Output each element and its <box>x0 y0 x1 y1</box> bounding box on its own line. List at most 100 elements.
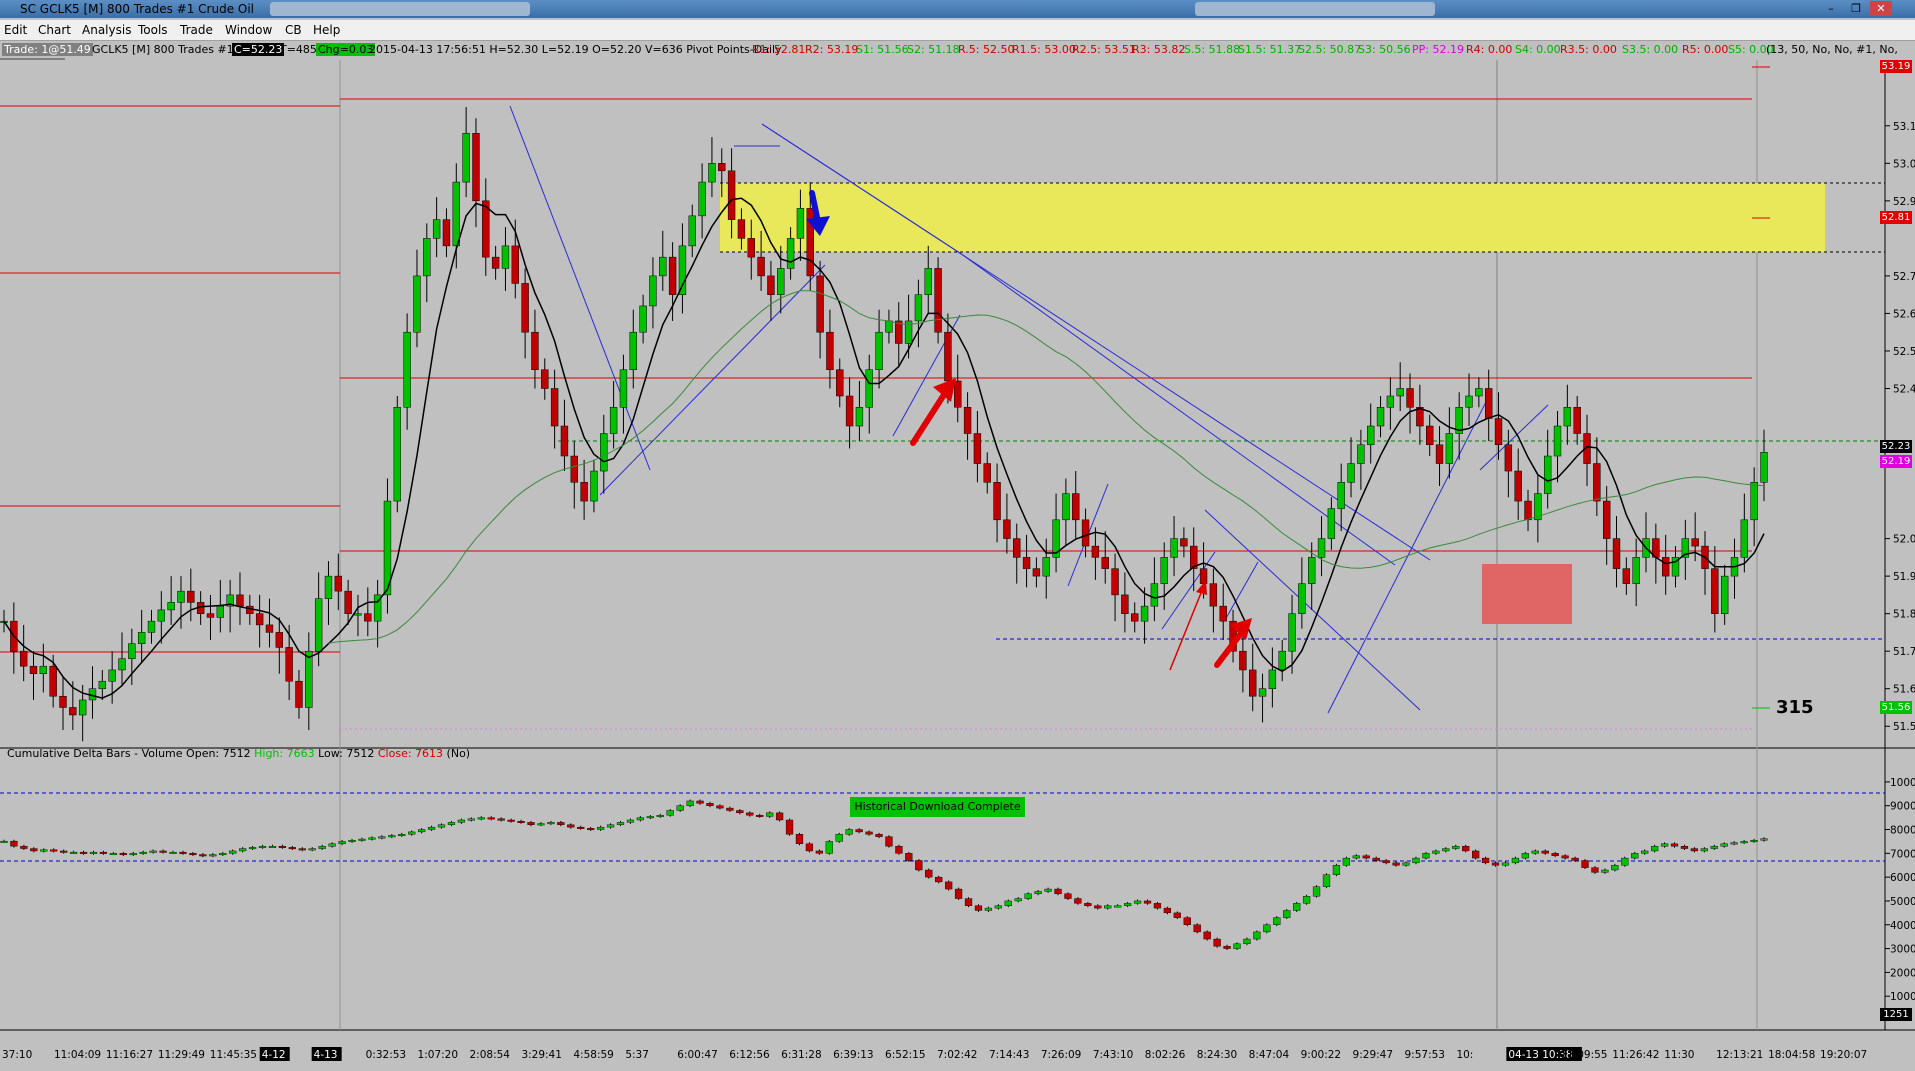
delta-bar-down <box>1094 905 1102 909</box>
candle-up <box>177 590 185 603</box>
delta-bar-down <box>964 898 973 906</box>
candle-up <box>914 294 923 322</box>
candle-down <box>236 594 244 607</box>
delta-bar-up <box>477 817 485 820</box>
candle-down <box>265 624 274 633</box>
time-axis-label: 6:39:13 <box>833 1049 873 1061</box>
delta-bar-down <box>696 800 704 804</box>
time-axis[interactable]: 37:10 11:04:09 11:16:27 11:29:49 11:45:35 4-1… <box>2 1047 1867 1061</box>
delta-bar-up <box>447 822 456 825</box>
candle-up <box>167 602 175 611</box>
delta-bar-up <box>268 845 277 848</box>
candle-down <box>1612 538 1621 569</box>
candle-up <box>639 305 647 333</box>
delta-bar-up <box>219 853 227 856</box>
delta-axis[interactable]: 10000 9000 8000 7000 6000 5000 4000 3000 2000 100… <box>1885 777 1915 1003</box>
supply-zone[interactable] <box>720 183 1825 252</box>
delta-bar-down <box>1143 900 1152 904</box>
delta-bar-down <box>1372 857 1380 861</box>
delta-bar-up <box>318 845 326 849</box>
candle-down <box>1426 425 1434 446</box>
delta-bar-up <box>1760 838 1768 841</box>
delta-bar-up <box>1531 850 1539 854</box>
delta-bar-up <box>69 851 78 854</box>
delta-bar-down <box>1084 903 1092 906</box>
delta-bar-down <box>1591 867 1599 873</box>
candle-down <box>845 395 854 427</box>
delta-bar-down <box>895 845 903 854</box>
delta-bar-down <box>706 803 714 806</box>
candle-down <box>1101 557 1109 569</box>
candle-up <box>324 575 333 599</box>
delta-bar-up <box>129 853 137 856</box>
delta-bar-up <box>358 838 366 841</box>
delta-bar-up <box>1024 893 1032 899</box>
candle-down <box>757 256 765 277</box>
delta-bar-up <box>825 841 833 854</box>
candle-up <box>885 320 893 333</box>
delta-bar-down <box>795 834 804 845</box>
delta-bar-up <box>1263 924 1271 933</box>
delta-bar-down <box>1392 862 1400 866</box>
delta-bar-down <box>298 848 306 851</box>
delta-bar-down <box>1561 855 1569 859</box>
delta-bar-down <box>497 818 505 821</box>
candle-down <box>344 590 352 614</box>
candle-down <box>1524 500 1532 521</box>
delta-bar-down <box>885 836 893 847</box>
candle-up <box>1386 395 1395 408</box>
candle-down <box>1514 470 1522 502</box>
delta-bar-up <box>646 816 654 819</box>
delta-bar-up <box>1253 931 1261 940</box>
delta-bar-up <box>368 837 376 840</box>
delta-bar-up <box>328 843 336 847</box>
delta-bar-down <box>775 812 784 821</box>
candle-up <box>1062 493 1070 521</box>
time-axis-label: 6:52:15 <box>885 1049 925 1061</box>
delta-bar-up <box>1442 848 1450 852</box>
delta-bar-down <box>1074 898 1082 904</box>
time-axis-label: 11:29:49 <box>158 1049 205 1061</box>
delta-bar-down <box>179 851 187 854</box>
candle-up <box>147 620 156 633</box>
delta-bar-up <box>1123 903 1132 906</box>
candle-down <box>295 680 303 708</box>
delta-bar-up <box>1432 850 1440 854</box>
time-axis-label: 8:24:30 <box>1197 1049 1237 1061</box>
time-axis-label: 12:13:21 <box>1716 1049 1763 1061</box>
candle-up <box>1042 557 1050 577</box>
delta-bar-down <box>1690 848 1699 852</box>
demand-box[interactable] <box>1482 564 1572 624</box>
time-axis-label: 11:30 <box>1664 1049 1694 1061</box>
candle-up <box>98 680 107 689</box>
candle-up <box>1140 605 1149 622</box>
study-no: (No) <box>446 747 471 760</box>
delta-bar-down <box>119 853 127 856</box>
price-chart[interactable]: 53.10 53.00 52.90 52.70 52.60 52.50 52.40 52.00… <box>0 0 1915 1071</box>
candle-down <box>570 455 578 483</box>
candle-up <box>590 470 598 502</box>
time-axis-label: 8:47:04 <box>1249 1049 1290 1061</box>
delta-axis-label: 1000 <box>1890 991 1915 1003</box>
time-axis-label: 19:20:07 <box>1820 1049 1867 1061</box>
candle-up <box>1740 519 1749 558</box>
delta-bar-up <box>398 834 406 836</box>
study-low: Low: 7512 <box>318 747 375 760</box>
delta-bar-down <box>954 888 963 899</box>
candle-up <box>462 133 470 183</box>
delta-bar-down <box>746 812 754 816</box>
candle-up <box>1288 613 1296 652</box>
candle-down <box>511 245 519 284</box>
delta-bar-up <box>1014 898 1022 902</box>
delta-bar-down <box>1541 850 1549 854</box>
candle-up <box>796 208 805 239</box>
price-axis-label: 51.50 <box>1893 721 1915 733</box>
delta-axis-label: 3000 <box>1890 944 1915 956</box>
candle-down <box>993 482 1001 521</box>
delta-axis-label: 8000 <box>1890 825 1915 837</box>
candle-up <box>649 275 657 307</box>
delta-bar-up <box>537 823 545 826</box>
time-axis-label: 3:29:41 <box>521 1049 561 1061</box>
delta-tag: 1251 <box>1880 1008 1912 1021</box>
candle-up <box>1720 575 1729 614</box>
